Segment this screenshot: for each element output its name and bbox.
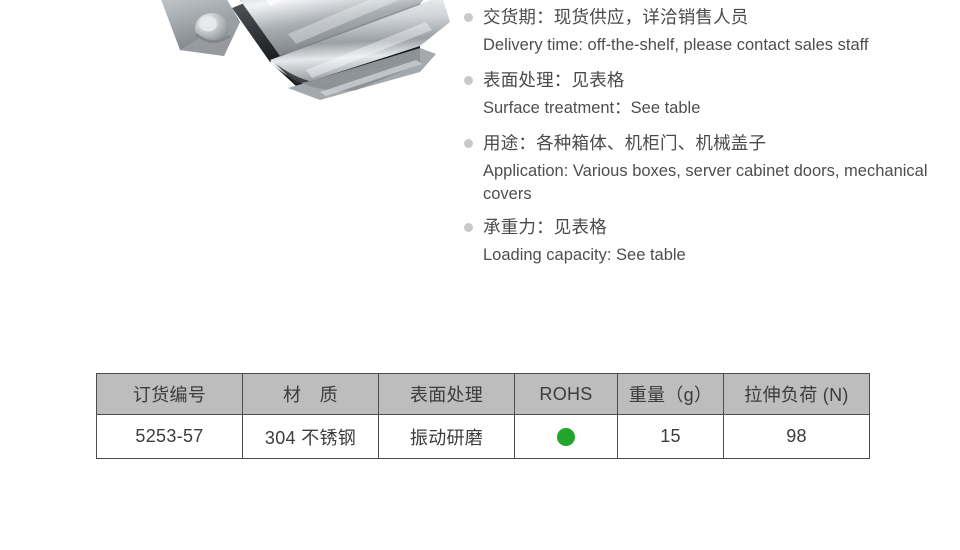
spec-label-en: Loading capacity: See table <box>483 246 686 264</box>
column-header-surface-treatment: 表面处理 <box>378 373 515 415</box>
spec-item-application: 用途：各种箱体、机柜门、机械盖子 Application: Various bo… <box>464 130 954 206</box>
cell-tensile-load: 98 <box>723 414 870 459</box>
spec-item-delivery-time: 交货期：现货供应，详洽销售人员 Delivery time: off-the-s… <box>464 4 954 57</box>
cell-order-number: 5253-57 <box>96 414 243 459</box>
table-header-row: 订货编号 材 质 表面处理 ROHS 重量（g） 拉伸负荷 (N) <box>96 373 870 415</box>
bullet-dot-icon <box>464 139 473 148</box>
cell-surface-treatment: 振动研磨 <box>378 414 515 459</box>
product-image <box>120 0 480 130</box>
column-header-material: 材 质 <box>242 373 379 415</box>
spec-label-cn: 用途：各种箱体、机柜门、机械盖子 <box>483 133 767 153</box>
spec-item-loading-capacity: 承重力：见表格 Loading capacity: See table <box>464 214 954 267</box>
table-row: 5253-57 304 不锈钢 振动研磨 15 98 <box>96 414 870 459</box>
spec-label-en: Delivery time: off-the-shelf, please con… <box>483 36 869 54</box>
cell-weight: 15 <box>617 414 724 459</box>
spec-label-cn: 表面处理：见表格 <box>483 70 625 90</box>
bullet-dot-icon <box>464 76 473 85</box>
green-dot-icon <box>557 428 575 447</box>
specification-table: 订货编号 材 质 表面处理 ROHS 重量（g） 拉伸负荷 (N) 5253-5… <box>96 373 870 459</box>
bullet-dot-icon <box>464 13 473 22</box>
column-header-order-number: 订货编号 <box>96 373 243 415</box>
spec-label-cn: 承重力：见表格 <box>483 217 607 237</box>
column-header-rohs: ROHS <box>514 373 618 415</box>
spec-label-en: Surface treatment：See table <box>483 99 701 117</box>
bullet-dot-icon <box>464 223 473 232</box>
column-header-weight: 重量（g） <box>617 373 724 415</box>
specification-list: 交货期：现货供应，详洽销售人员 Delivery time: off-the-s… <box>464 4 954 277</box>
spec-label-en: Application: Various boxes, server cabin… <box>483 162 928 203</box>
spec-label-cn: 交货期：现货供应，详洽销售人员 <box>483 7 749 27</box>
specification-table-container: 订货编号 材 质 表面处理 ROHS 重量（g） 拉伸负荷 (N) 5253-5… <box>96 373 870 459</box>
cell-material: 304 不锈钢 <box>242 414 379 459</box>
spec-item-surface-treatment: 表面处理：见表格 Surface treatment：See table <box>464 67 954 120</box>
column-header-tensile-load: 拉伸负荷 (N) <box>723 373 870 415</box>
cell-rohs <box>514 414 618 459</box>
